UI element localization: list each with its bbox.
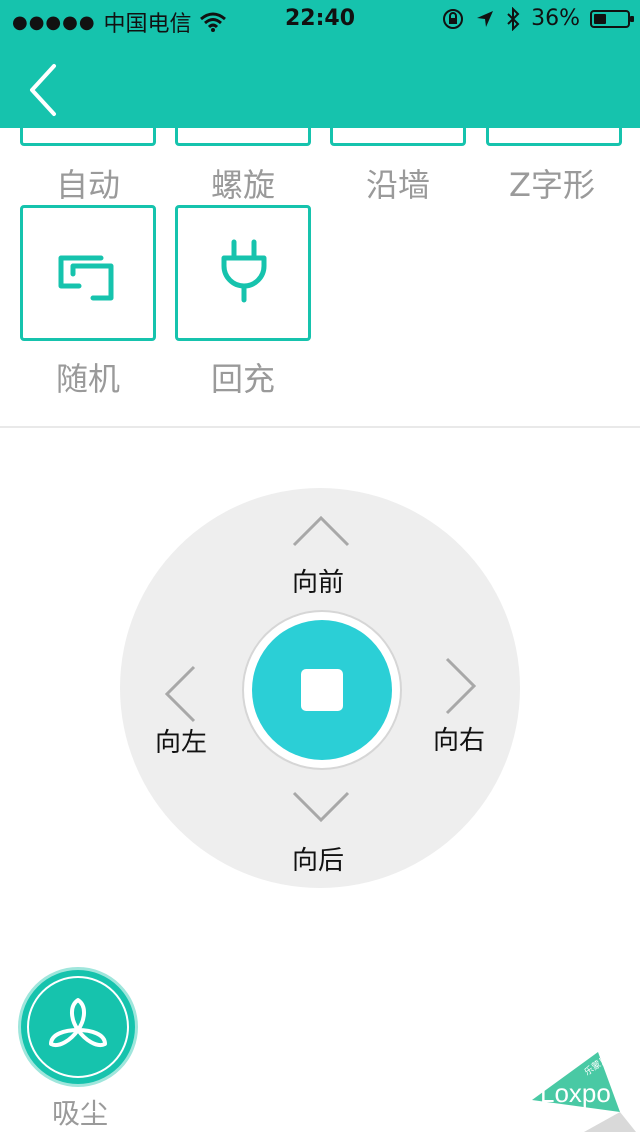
mode-label-spiral: 螺旋 (210, 166, 275, 204)
vacuum-label: 吸尘 (51, 1097, 108, 1130)
right-label[interactable]: 向右 (433, 720, 485, 757)
battery-icon (590, 9, 634, 28)
forward-arrow-icon[interactable] (291, 514, 351, 548)
mode-label-auto: 自动 (55, 166, 120, 204)
stop-square-icon (301, 669, 343, 711)
battery-fill (594, 13, 606, 24)
fan-icon (49, 998, 107, 1047)
back-label[interactable]: 向后 (292, 840, 344, 877)
rotation-lock-icon (443, 8, 464, 29)
mode-label-wall: 沿墙 (365, 166, 430, 204)
back-arrow-icon[interactable] (291, 790, 351, 824)
plug-icon (221, 239, 267, 303)
mode-label-recharge: 回充 (210, 360, 275, 398)
forward-label[interactable]: 向前 (292, 562, 344, 599)
left-label[interactable]: 向左 (155, 722, 207, 759)
location-arrow-icon (477, 10, 494, 27)
mode-recharge-tile[interactable] (175, 205, 311, 341)
mode-label-zigzag: Z字形 (509, 166, 595, 204)
random-mode-icon (58, 255, 114, 301)
section-divider (0, 426, 640, 428)
loxpo-logo: Loxpo 乐蒙尼 (532, 1052, 636, 1132)
mode-random-tile[interactable] (20, 205, 156, 341)
bluetooth-icon (507, 6, 520, 31)
battery-percent: 36% (531, 6, 580, 31)
left-arrow-icon[interactable] (163, 664, 197, 724)
right-arrow-icon[interactable] (444, 656, 478, 716)
mode-label-random: 随机 (55, 360, 120, 398)
logo-text: Loxpo (540, 1078, 611, 1108)
status-bar-front: ●●●●● 中国电信 22:40 36% (0, 0, 640, 40)
back-chevron-icon[interactable] (24, 60, 64, 120)
vacuum-button[interactable] (18, 967, 138, 1087)
